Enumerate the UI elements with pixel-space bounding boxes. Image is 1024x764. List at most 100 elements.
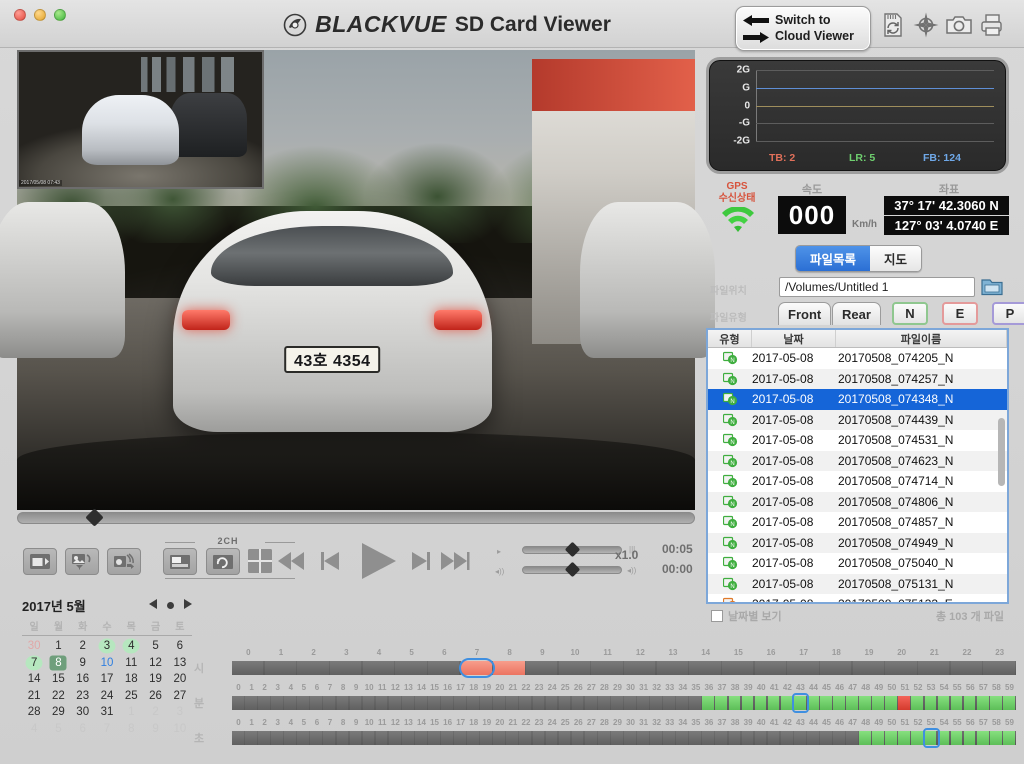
timeline-cell[interactable] [414, 731, 427, 745]
timeline-cell[interactable] [859, 696, 871, 710]
timeline-cell[interactable] [846, 696, 858, 710]
timeline-cell[interactable] [787, 661, 819, 675]
timeline-cell[interactable] [362, 661, 395, 675]
timeline-cell[interactable] [624, 696, 636, 710]
timeline-cell[interactable] [362, 731, 375, 745]
timeline-cell[interactable] [362, 696, 375, 710]
timeline-cell[interactable] [428, 731, 440, 745]
minimize-window-button[interactable] [34, 9, 46, 21]
printer-icon[interactable] [979, 12, 1005, 38]
timeline-cell[interactable] [624, 661, 656, 675]
table-row[interactable]: N 2017-05-08 20170508_074714_N [708, 471, 1007, 492]
timeline-cell[interactable] [519, 696, 532, 710]
table-row[interactable]: N 2017-05-08 20170508_074348_N [708, 389, 1007, 410]
timeline-cell[interactable] [584, 696, 597, 710]
timeline-cell[interactable] [264, 661, 297, 675]
timeline-cell[interactable] [297, 731, 310, 745]
timeline-cell[interactable] [937, 696, 950, 710]
browse-folder-button[interactable] [981, 276, 1003, 297]
calendar-day[interactable]: 12 [143, 655, 167, 672]
table-row[interactable]: N 2017-05-08 20170508_074949_N [708, 532, 1007, 553]
timeline-cell[interactable] [232, 731, 244, 745]
timeline-cell[interactable] [741, 696, 754, 710]
timeline-cell[interactable] [310, 731, 323, 745]
timeline-cell[interactable] [258, 731, 270, 745]
calendar-day[interactable]: 28 [22, 704, 46, 721]
timeline-cell[interactable] [820, 696, 832, 710]
timeline-cell[interactable] [846, 731, 858, 745]
table-row[interactable]: N 2017-05-08 20170508_074857_N [708, 512, 1007, 533]
timeline-cell[interactable] [859, 731, 871, 745]
calendar-day[interactable]: 3 [95, 638, 119, 655]
timeline-cell[interactable] [330, 661, 362, 675]
timeline-cell[interactable] [506, 696, 519, 710]
timeline-cell[interactable] [610, 731, 623, 745]
timeline-cell[interactable] [271, 696, 283, 710]
export-video-button[interactable] [23, 548, 57, 575]
calendar-day[interactable]: 2 [71, 638, 95, 655]
rewind-button[interactable] [275, 546, 309, 576]
calendar-day[interactable]: 26 [143, 688, 167, 705]
timeline-cell[interactable] [545, 696, 558, 710]
image-filter-button[interactable] [65, 548, 99, 575]
timeline-cell[interactable] [950, 731, 963, 745]
timeline-cell[interactable] [388, 696, 401, 710]
timeline-cell[interactable] [467, 731, 479, 745]
timeline-cell[interactable] [833, 696, 845, 710]
timeline-cell[interactable] [558, 731, 571, 745]
table-row[interactable]: N 2017-05-08 20170508_075131_N [708, 573, 1007, 594]
calendar-day[interactable]: 27 [168, 688, 192, 705]
timeline-cell[interactable] [650, 696, 662, 710]
timeline-cell[interactable] [532, 696, 545, 710]
table-row[interactable]: N 2017-05-08 20170508_074205_N [708, 348, 1007, 369]
timeline-cell[interactable] [963, 696, 976, 710]
pip-layout-button[interactable] [163, 548, 197, 575]
file-list-body[interactable]: N 2017-05-08 20170508_074205_N N 2017-05-08 2… [708, 348, 1007, 602]
timeline-cell[interactable] [519, 731, 532, 745]
timeline-cell[interactable] [532, 731, 545, 745]
calendar-day[interactable]: 18 [119, 671, 143, 688]
calendar-today-icon[interactable] [167, 601, 174, 609]
timeline-cell[interactable] [911, 731, 924, 745]
timeline-cell[interactable] [833, 731, 845, 745]
fastforward-button[interactable] [438, 546, 472, 576]
previous-button[interactable] [317, 546, 345, 576]
timeline-selection[interactable] [458, 658, 496, 678]
calendar-day[interactable]: 7 [95, 721, 119, 738]
calendar-day[interactable]: 17 [95, 671, 119, 688]
calendar-day[interactable]: 3 [168, 704, 192, 721]
timeline-cell[interactable] [728, 696, 741, 710]
timeline-cell[interactable] [754, 661, 787, 675]
filter-button-parking[interactable]: P [992, 302, 1024, 325]
timeline-cell[interactable] [754, 731, 767, 745]
timeline-cell[interactable] [297, 661, 329, 675]
calendar-day[interactable]: 30 [22, 638, 46, 655]
column-header-date[interactable]: 날짜 [752, 330, 836, 347]
timeline-cell[interactable] [872, 696, 885, 710]
calendar-day[interactable]: 22 [46, 688, 70, 705]
timeline-cell[interactable] [584, 731, 597, 745]
timeline-cell[interactable] [375, 696, 388, 710]
calendar-day[interactable]: 20 [168, 671, 192, 688]
timeline-cell[interactable] [310, 696, 323, 710]
timeline-cell[interactable] [885, 696, 898, 710]
column-header-filename[interactable]: 파일이름 [836, 330, 1007, 347]
timeline-cell[interactable] [898, 731, 911, 745]
timeline-cell[interactable] [715, 696, 728, 710]
timeline-cell[interactable] [728, 731, 741, 745]
calendar-day[interactable]: 5 [46, 721, 70, 738]
timeline-cell[interactable] [885, 661, 917, 675]
timeline-cell[interactable] [245, 696, 257, 710]
timeline-cell[interactable] [702, 696, 715, 710]
calendar-day[interactable]: 30 [71, 704, 95, 721]
calendar-day[interactable]: 8 [119, 721, 143, 738]
channel-tab-rear[interactable]: Rear [832, 302, 881, 325]
timeline-cell[interactable] [1002, 731, 1015, 745]
timeline-cell[interactable] [1002, 696, 1015, 710]
timeline-cell[interactable] [767, 696, 780, 710]
calendar-day[interactable]: 1 [119, 704, 143, 721]
calendar-day[interactable]: 15 [46, 671, 70, 688]
timeline-cell[interactable] [349, 696, 362, 710]
calendar-day[interactable]: 2 [143, 704, 167, 721]
timeline-cell[interactable] [610, 696, 623, 710]
